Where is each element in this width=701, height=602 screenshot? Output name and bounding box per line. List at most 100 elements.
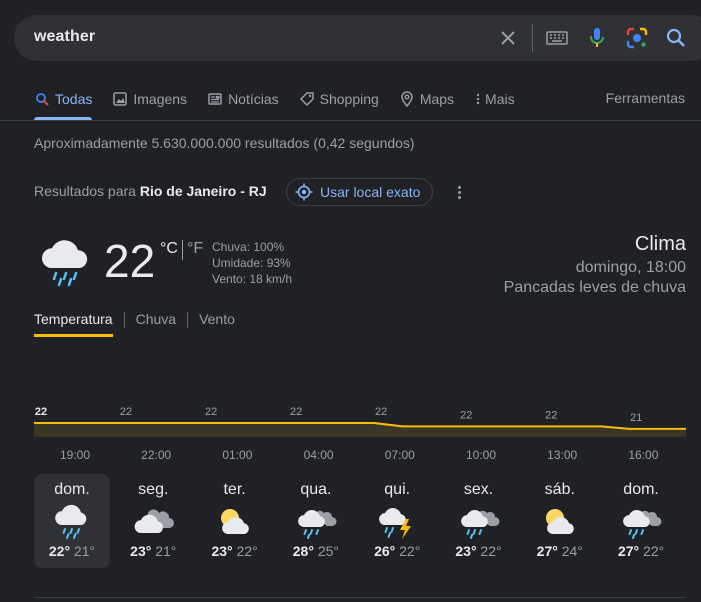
temperature-label: 21 <box>630 412 642 424</box>
weather-time: domingo, 18:00 <box>575 259 686 276</box>
day-high: 27° <box>617 543 640 559</box>
day-name: sáb. <box>544 481 575 498</box>
humidity: Umidade: 93% <box>212 256 291 270</box>
tab-todas[interactable]: Todas <box>34 88 92 110</box>
day-forecast-6[interactable]: sáb. 27° 24° <box>522 474 598 568</box>
tools-button[interactable]: Ferramentas <box>606 90 685 106</box>
search-bar[interactable]: weather <box>14 15 701 61</box>
lens-icon[interactable] <box>623 24 651 52</box>
precipitation: Chuva: 100% <box>212 240 285 254</box>
temperature-label: 22 <box>460 409 472 421</box>
more-vert-icon <box>474 91 482 107</box>
day-name: seg. <box>138 481 169 498</box>
keyboard-icon[interactable] <box>543 24 571 52</box>
day-high: 23° <box>211 543 233 559</box>
temperature-chart: 22 22 22 22 22 22 22 21 <box>34 406 686 437</box>
tab-shopping[interactable]: Shopping <box>299 88 379 110</box>
search-input[interactable]: weather <box>34 28 95 46</box>
tab-noticias[interactable]: Notícias <box>207 88 279 110</box>
day-high: 22° <box>48 543 71 559</box>
weather-tabs: Temperatura Chuva Vento <box>34 311 235 328</box>
day-low: 25° <box>313 543 339 559</box>
hour-tick-label: 16:00 <box>628 448 659 462</box>
day-forecast-3[interactable]: qua. 28° 25° <box>278 474 354 568</box>
card-bottom-divider <box>34 597 686 598</box>
cloud-rain-icon <box>36 232 92 288</box>
temperature-label: 22 <box>35 406 47 418</box>
unit-fahrenheit[interactable]: °F <box>187 240 203 260</box>
tab-label: Shopping <box>319 91 379 107</box>
partly-cloudy-icon <box>538 503 582 539</box>
search-icon[interactable] <box>662 24 690 52</box>
day-forecast-7[interactable]: dom. 27° 22° <box>603 474 679 568</box>
tab-temperatura[interactable]: Temperatura <box>34 311 113 328</box>
day-low: 22° <box>395 543 421 559</box>
active-weather-tab-indicator <box>34 334 113 337</box>
daily-forecast: dom. 22° 21° seg. 23° 21° ter. 23° 22° qua. 28°… <box>34 474 684 568</box>
day-temp-range: 22° 21° <box>34 543 110 559</box>
cloud-rain-icon <box>50 503 94 539</box>
tab-mais[interactable]: Mais <box>474 88 515 110</box>
hour-tick-label: 01:00 <box>222 448 253 462</box>
results-location: Resultados para Rio de Janeiro - RJ <box>34 183 267 199</box>
day-temp-range: 23° 22° <box>441 543 517 559</box>
weather-tab-divider <box>187 312 189 328</box>
tab-label: Mais <box>485 91 515 107</box>
temperature-label: 22 <box>290 406 302 418</box>
header-divider <box>0 120 701 121</box>
day-temp-range: 27° 22° <box>603 543 679 559</box>
use-exact-location-button[interactable]: Usar local exato <box>286 178 434 206</box>
day-name: qui. <box>384 481 411 498</box>
day-forecast-2[interactable]: ter. 23° 22° <box>197 474 273 568</box>
hour-tick-label: 10:00 <box>465 448 497 462</box>
day-temp-range: 23° 22° <box>197 543 273 559</box>
day-high: 27° <box>536 543 558 559</box>
day-forecast-5[interactable]: sex. 23° 22° <box>441 474 517 568</box>
day-high: 28° <box>292 543 314 559</box>
day-temp-range: 26° 22° <box>359 543 435 559</box>
tab-label: Notícias <box>228 91 279 107</box>
hour-axis: 19:00 22:00 01:00 04:00 07:00 10:00 13:00 16:00 <box>0 448 701 464</box>
cloudy-icon <box>131 503 175 539</box>
day-name: dom. <box>623 481 659 498</box>
day-high: 23° <box>130 543 152 559</box>
results-prefix: Resultados para <box>34 183 136 199</box>
weather-description: Pancadas leves de chuva <box>503 279 686 296</box>
search-icon <box>34 91 50 107</box>
tab-maps[interactable]: Maps <box>399 88 454 110</box>
day-name: sex. <box>463 481 494 498</box>
cloud-showers-icon <box>457 503 501 539</box>
temperature-label: 22 <box>120 406 132 418</box>
location-name[interactable]: Rio de Janeiro - RJ <box>140 183 267 199</box>
tab-imagens[interactable]: Imagens <box>112 88 187 110</box>
image-icon <box>112 91 128 107</box>
day-forecast-4[interactable]: qui. 26° 22° <box>359 474 435 568</box>
temperature-label: 22 <box>375 406 387 418</box>
unit-switch: °C °F <box>160 240 203 260</box>
day-forecast-0[interactable]: dom. 22° 21° <box>34 474 110 568</box>
tab-chuva[interactable]: Chuva <box>136 311 176 328</box>
news-icon <box>207 91 223 107</box>
tab-label: Maps <box>419 91 455 107</box>
unit-celsius[interactable]: °C <box>160 240 178 260</box>
pin-icon <box>399 91 415 107</box>
close-icon[interactable] <box>494 24 522 52</box>
hour-tick-label: 07:00 <box>384 448 415 462</box>
thunderstorm-icon <box>375 503 419 539</box>
tab-label: Todas <box>55 91 93 107</box>
hour-tick-label: 22:00 <box>141 448 172 462</box>
tag-icon <box>299 91 315 107</box>
tab-vento[interactable]: Vento <box>199 311 235 328</box>
more-options-icon[interactable] <box>452 182 466 202</box>
search-tabs: Todas Imagens Notícias Shopping Maps Mai… <box>34 88 535 110</box>
day-name: ter. <box>223 481 246 498</box>
hour-tick-label: 04:00 <box>303 448 334 462</box>
day-temp-range: 27° 24° <box>522 543 598 559</box>
weather-details: Chuva: 100% Umidade: 93% Vento: 18 km/h <box>212 239 292 287</box>
mic-icon[interactable] <box>583 24 611 52</box>
weather-title: Clima <box>634 233 686 255</box>
cloud-showers-icon <box>294 503 338 539</box>
day-forecast-1[interactable]: seg. 23° 21° <box>115 474 191 568</box>
result-stats: Aproximadamente 5.630.000.000 resultados… <box>34 135 415 151</box>
day-low: 24° <box>557 543 583 559</box>
